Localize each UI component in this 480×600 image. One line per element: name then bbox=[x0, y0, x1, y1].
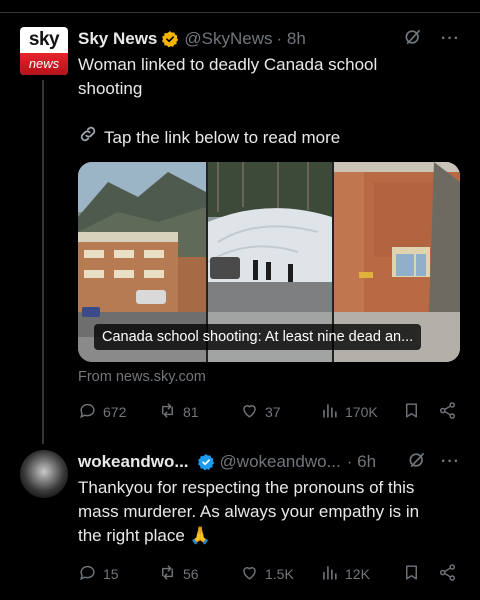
author-handle[interactable]: @SkyNews bbox=[184, 29, 272, 49]
repost-button[interactable]: 81 bbox=[158, 401, 199, 423]
tweet1-text-line2: shooting bbox=[78, 79, 143, 98]
tweet2-text-line2: mass murderer. As always your empathy is… bbox=[78, 502, 420, 521]
avatar-logo-top: sky bbox=[28, 29, 60, 50]
post-time[interactable]: · 6h bbox=[347, 452, 376, 472]
like-button[interactable]: 37 bbox=[240, 401, 281, 423]
card-caption: Canada school shooting: At least nine de… bbox=[94, 324, 422, 350]
tweet1-text-line1: Woman linked to deadly Canada school bbox=[78, 55, 378, 74]
share-button[interactable] bbox=[438, 401, 457, 423]
author-name[interactable]: wokeandwo... bbox=[78, 452, 189, 472]
bookmark-icon bbox=[402, 563, 421, 585]
reply-count: 15 bbox=[103, 566, 119, 582]
tweet1-actions: 672 81 37 170K bbox=[78, 401, 462, 423]
views-count: 170K bbox=[345, 404, 378, 420]
views-count: 12K bbox=[345, 566, 370, 582]
more-icon[interactable]: ··· bbox=[441, 30, 460, 48]
bookmark-icon bbox=[402, 401, 421, 423]
top-divider bbox=[0, 12, 480, 13]
wokeandwo-avatar[interactable] bbox=[20, 450, 68, 498]
share-button[interactable] bbox=[438, 563, 457, 585]
like-count: 37 bbox=[265, 404, 281, 420]
like-icon bbox=[240, 563, 259, 585]
repost-count: 81 bbox=[183, 404, 199, 420]
author-name[interactable]: Sky News bbox=[78, 29, 157, 49]
repost-icon bbox=[158, 401, 177, 423]
card-source[interactable]: From news.sky.com bbox=[78, 369, 206, 385]
views-icon bbox=[320, 401, 339, 423]
verified-gold-badge-icon bbox=[161, 30, 179, 48]
tweet2-text-line3: the right place 🙏 bbox=[78, 526, 211, 545]
views-button[interactable]: 12K bbox=[320, 563, 370, 585]
post-time[interactable]: · 8h bbox=[277, 29, 306, 49]
thread-connector-line bbox=[42, 80, 44, 444]
like-count: 1.5K bbox=[265, 566, 294, 582]
reply-icon bbox=[78, 563, 97, 585]
tweet1-header: Sky News @SkyNews · 8h ··· bbox=[78, 27, 460, 51]
reply-button[interactable]: 15 bbox=[78, 563, 119, 585]
repost-button[interactable]: 56 bbox=[158, 563, 199, 585]
repost-icon bbox=[158, 563, 177, 585]
share-icon bbox=[438, 563, 457, 585]
sky-news-avatar[interactable]: sky news bbox=[20, 27, 68, 75]
grok-icon[interactable] bbox=[403, 27, 423, 52]
tweet2-actions: 15 56 1.5K 12K bbox=[78, 563, 462, 585]
author-handle[interactable]: @wokeandwo... bbox=[220, 452, 341, 472]
more-icon[interactable]: ··· bbox=[441, 453, 460, 471]
tweet1-link-line: Tap the link below to read more bbox=[78, 124, 458, 151]
verified-blue-badge-icon bbox=[197, 453, 215, 471]
bookmark-button[interactable] bbox=[402, 563, 421, 585]
reply-count: 672 bbox=[103, 404, 127, 420]
grok-icon[interactable] bbox=[407, 450, 427, 475]
like-button[interactable]: 1.5K bbox=[240, 563, 294, 585]
tweet2-header: wokeandwo... @wokeandwo... · 6h ··· bbox=[78, 450, 460, 474]
share-icon bbox=[438, 401, 457, 423]
reply-button[interactable]: 672 bbox=[78, 401, 126, 423]
like-icon bbox=[240, 401, 259, 423]
reply-icon bbox=[78, 401, 97, 423]
avatar-logo-bottom: news bbox=[20, 53, 68, 75]
tweet2-text-line1: Thankyou for respecting the pronouns of … bbox=[78, 478, 415, 497]
views-icon bbox=[320, 563, 339, 585]
link-icon bbox=[78, 124, 98, 151]
tweet1-text: Woman linked to deadly Canada school sho… bbox=[78, 53, 458, 101]
link-text: Tap the link below to read more bbox=[104, 127, 341, 147]
bookmark-button[interactable] bbox=[402, 401, 421, 423]
tweet2-text: Thankyou for respecting the pronouns of … bbox=[78, 476, 468, 548]
link-preview-card[interactable]: Canada school shooting: At least nine de… bbox=[78, 162, 460, 362]
views-button[interactable]: 170K bbox=[320, 401, 378, 423]
repost-count: 56 bbox=[183, 566, 199, 582]
